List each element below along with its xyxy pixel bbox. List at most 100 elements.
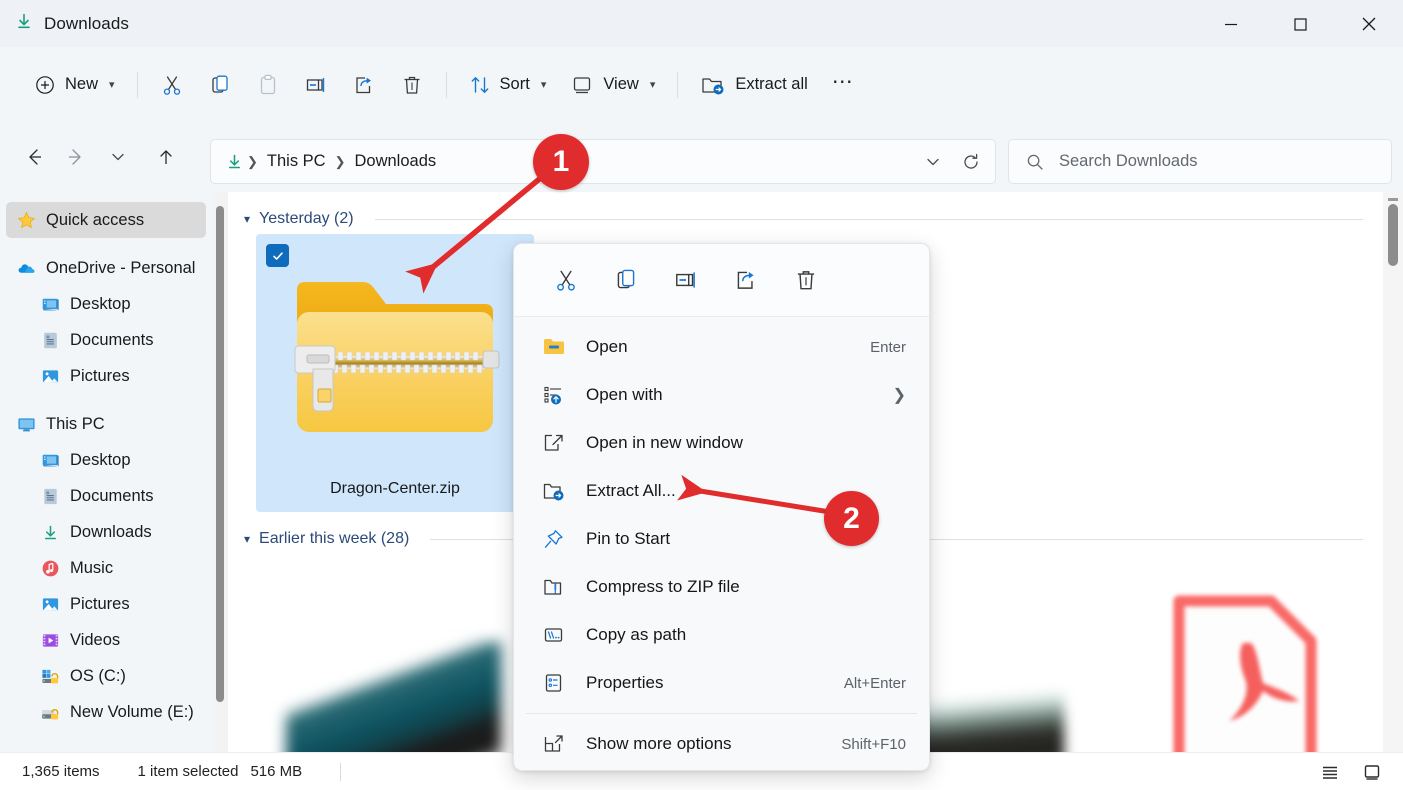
- context-item-properties[interactable]: Properties Alt+Enter: [519, 659, 924, 707]
- annotation-marker-1: 1: [533, 134, 589, 190]
- search-input[interactable]: [1059, 152, 1359, 171]
- zip-folder-icon: [287, 268, 503, 453]
- context-item-compress-to-zip[interactable]: Compress to ZIP file: [519, 563, 924, 611]
- address-bar[interactable]: ❯ This PC ❯ Downloads: [210, 139, 996, 184]
- sidebar-label: Music: [70, 558, 114, 577]
- scissors-icon: [557, 270, 575, 291]
- context-item-open[interactable]: Open Enter: [519, 323, 924, 371]
- context-item-accelerator: Alt+Enter: [843, 674, 906, 692]
- sidebar-item-downloads[interactable]: Downloads: [6, 514, 206, 550]
- sidebar-item-videos[interactable]: Videos: [6, 622, 206, 658]
- content-scrollbar-thumb[interactable]: [1388, 204, 1398, 266]
- sidebar-item-new-volume-e[interactable]: New Volume (E:): [6, 694, 206, 730]
- context-item-label: Open: [586, 337, 628, 356]
- sidebar-item-music[interactable]: Music: [6, 550, 206, 586]
- file-checkbox[interactable]: [266, 244, 289, 267]
- sidebar-scrollbar-thumb[interactable]: [216, 206, 224, 702]
- recent-locations-button[interactable]: [100, 139, 136, 175]
- annotation-marker-2: 2: [824, 491, 879, 546]
- group-rule: [374, 218, 1363, 220]
- context-item-show-more-options[interactable]: Show more options Shift+F10: [519, 720, 924, 768]
- window-controls: [1196, 0, 1403, 47]
- sidebar-item-this-pc[interactable]: This PC: [6, 406, 206, 442]
- breadcrumb-this-pc[interactable]: This PC: [261, 149, 332, 174]
- sidebar-item-os-c[interactable]: OS (C:): [6, 658, 206, 694]
- rename-button[interactable]: [292, 65, 340, 105]
- sidebar-item-onedrive-desktop[interactable]: Desktop: [6, 286, 206, 322]
- sidebar-label: Documents: [70, 330, 154, 349]
- chevron-down-icon: ▾: [649, 79, 656, 91]
- context-copy-button[interactable]: [596, 258, 656, 302]
- sidebar-item-pictures[interactable]: Pictures: [6, 586, 206, 622]
- refresh-button[interactable]: [953, 144, 989, 180]
- context-item-open-in-new-window[interactable]: Open in new window: [519, 419, 924, 467]
- chevron-down-icon: ▾: [109, 79, 115, 91]
- content-scrollbar[interactable]: [1383, 192, 1403, 752]
- sort-button[interactable]: Sort ▾: [457, 65, 559, 105]
- breadcrumb-downloads[interactable]: Downloads: [349, 149, 443, 174]
- sidebar-item-onedrive-documents[interactable]: Documents: [6, 322, 206, 358]
- context-cut-button[interactable]: [536, 258, 596, 302]
- rename-icon: [304, 73, 328, 97]
- file-explorer-window: Downloads New ▾ Sort ▾ View ▾ Extract al…: [0, 0, 1403, 790]
- delete-button[interactable]: [388, 65, 436, 105]
- sidebar-item-documents[interactable]: Documents: [6, 478, 206, 514]
- sidebar-item-onedrive[interactable]: OneDrive - Personal: [6, 250, 206, 286]
- sidebar-label: Quick access: [46, 210, 145, 229]
- see-more-button[interactable]: ⋯: [820, 65, 867, 105]
- sidebar-label: Desktop: [70, 450, 131, 469]
- clipboard-icon: [256, 73, 280, 97]
- forward-button[interactable]: [58, 139, 94, 175]
- extract-all-button[interactable]: Extract all: [688, 65, 819, 105]
- pictures-icon: [40, 594, 60, 614]
- context-item-label: Properties: [586, 673, 664, 692]
- copy-button[interactable]: [196, 65, 244, 105]
- context-item-copy-as-path[interactable]: Copy as path: [519, 611, 924, 659]
- view-toggle-group: [1313, 757, 1403, 787]
- group-header-yesterday[interactable]: ▾ Yesterday (2): [228, 204, 1383, 234]
- chevron-down-icon[interactable]: ▾: [244, 532, 250, 546]
- download-arrow-icon: [14, 11, 34, 36]
- cut-button[interactable]: [148, 65, 196, 105]
- blurred-thumbnail[interactable]: [256, 556, 532, 752]
- context-item-open-with[interactable]: Open with ❯: [519, 371, 924, 419]
- extract-icon: [541, 480, 567, 502]
- sidebar-item-quick-access[interactable]: Quick access: [6, 202, 206, 238]
- copy-icon: [617, 269, 635, 289]
- close-button[interactable]: [1334, 0, 1403, 47]
- view-button[interactable]: View ▾: [558, 65, 667, 105]
- pdf-thumbnail[interactable]: [1107, 556, 1383, 752]
- context-item-label: Open with: [586, 385, 663, 404]
- rename-icon: [676, 272, 695, 288]
- file-tile-dragon-center-zip[interactable]: Dragon-Center.zip: [256, 234, 534, 512]
- new-button[interactable]: New ▾: [22, 65, 127, 105]
- paste-button[interactable]: [244, 65, 292, 105]
- maximize-button[interactable]: [1265, 0, 1334, 47]
- item-count-label: 1,365 items: [22, 763, 100, 780]
- group-title: Earlier this week (28): [259, 530, 410, 547]
- minimize-button[interactable]: [1196, 0, 1265, 47]
- sidebar-item-onedrive-pictures[interactable]: Pictures: [6, 358, 206, 394]
- share-button[interactable]: [340, 65, 388, 105]
- large-icons-view-button[interactable]: [1355, 757, 1389, 787]
- trash-icon: [797, 271, 815, 290]
- context-delete-button[interactable]: [776, 258, 836, 302]
- context-menu-quick-actions: [514, 244, 929, 317]
- open-with-icon: [541, 384, 567, 406]
- up-button[interactable]: [148, 139, 184, 175]
- extract-all-label: Extract all: [735, 75, 808, 93]
- previous-locations-button[interactable]: [915, 144, 951, 180]
- chevron-down-icon[interactable]: ▾: [244, 212, 250, 226]
- details-view-button[interactable]: [1313, 757, 1347, 787]
- content-scrollbar-cap: [1388, 198, 1398, 201]
- sidebar-item-desktop[interactable]: Desktop: [6, 442, 206, 478]
- breadcrumb-separator: ❯: [334, 153, 346, 169]
- context-rename-button[interactable]: [656, 258, 716, 302]
- context-share-button[interactable]: [716, 258, 776, 302]
- sidebar-scrollbar[interactable]: [212, 192, 228, 752]
- sidebar-label: Desktop: [70, 294, 131, 313]
- back-button[interactable]: [16, 139, 52, 175]
- context-item-accelerator: Shift+F10: [841, 735, 906, 753]
- search-box[interactable]: [1008, 139, 1392, 184]
